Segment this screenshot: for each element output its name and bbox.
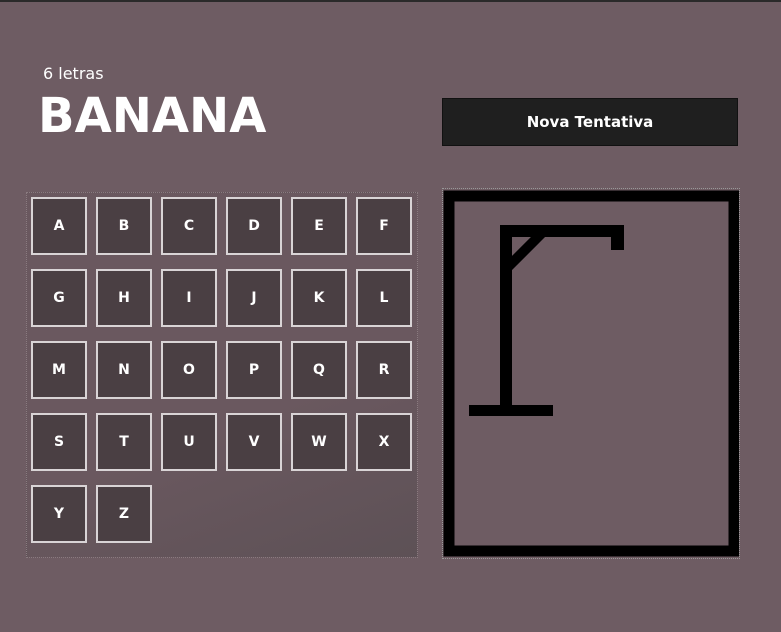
key-s[interactable]: S <box>31 413 87 471</box>
key-p[interactable]: P <box>226 341 282 399</box>
gallows-post <box>500 225 512 406</box>
hidden-word: BANANA <box>38 88 267 144</box>
gallows-rope <box>611 225 624 250</box>
key-r[interactable]: R <box>356 341 412 399</box>
new-try-button[interactable]: Nova Tentativa <box>442 98 738 146</box>
gallows-base <box>469 405 553 416</box>
key-w[interactable]: W <box>291 413 347 471</box>
gallows-border <box>443 190 739 557</box>
key-i[interactable]: I <box>161 269 217 327</box>
key-j[interactable]: J <box>226 269 282 327</box>
key-k[interactable]: K <box>291 269 347 327</box>
key-e[interactable]: E <box>291 197 347 255</box>
gallows-beam <box>500 225 624 237</box>
key-a[interactable]: A <box>31 197 87 255</box>
key-l[interactable]: L <box>356 269 412 327</box>
key-m[interactable]: M <box>31 341 87 399</box>
key-h[interactable]: H <box>96 269 152 327</box>
key-o[interactable]: O <box>161 341 217 399</box>
key-y[interactable]: Y <box>31 485 87 543</box>
key-n[interactable]: N <box>96 341 152 399</box>
word-length-label: 6 letras <box>43 64 104 83</box>
key-g[interactable]: G <box>31 269 87 327</box>
key-d[interactable]: D <box>226 197 282 255</box>
key-q[interactable]: Q <box>291 341 347 399</box>
key-c[interactable]: C <box>161 197 217 255</box>
key-b[interactable]: B <box>96 197 152 255</box>
gallows-panel <box>442 188 740 559</box>
key-t[interactable]: T <box>96 413 152 471</box>
key-v[interactable]: V <box>226 413 282 471</box>
key-u[interactable]: U <box>161 413 217 471</box>
gallows-drawing <box>443 190 739 557</box>
key-z[interactable]: Z <box>96 485 152 543</box>
key-x[interactable]: X <box>356 413 412 471</box>
letter-keyboard: ABCDEF GHIJKL MNOPQR STUVWX YZ <box>26 192 418 558</box>
key-f[interactable]: F <box>356 197 412 255</box>
